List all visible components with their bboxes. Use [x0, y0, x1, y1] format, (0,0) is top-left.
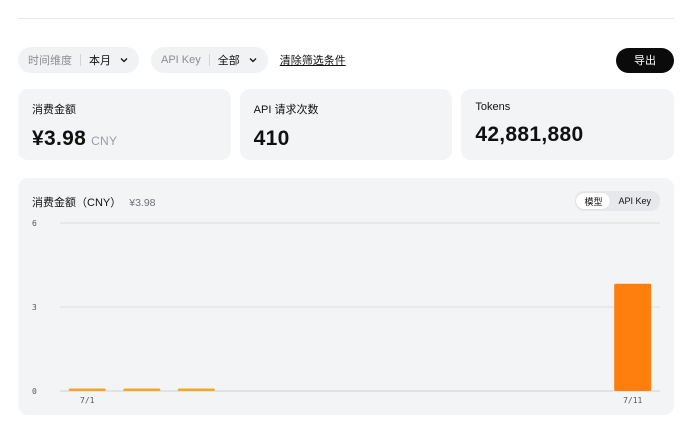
- x-tick-label: 7/11: [623, 396, 642, 405]
- tokens-card-value-row: 42,881,880: [475, 123, 660, 147]
- api-key-label: API Key: [161, 54, 201, 66]
- api-key-value: 全部: [217, 55, 240, 67]
- spend-card-value: ¥3.98: [32, 127, 87, 150]
- y-tick-label: 3: [32, 303, 37, 312]
- spend-card-unit: CNY: [91, 134, 118, 148]
- summary-cards: 消费金额 ¥3.98 CNY API 请求次数 410 Tokens 42,88…: [18, 89, 675, 160]
- filter-bar: 时间维度 本月 API Key 全部 清除筛选条件 导出: [18, 47, 674, 73]
- spend-card: 消费金额 ¥3.98 CNY: [18, 89, 231, 160]
- requests-card-value: 410: [253, 127, 290, 150]
- bar: [614, 283, 652, 391]
- spend-chart-panel: 消费金额（CNY） ¥3.98 模型 API Key 0 3 6 7/1 7/11: [18, 178, 674, 415]
- time-dimension-label: 时间维度: [28, 55, 72, 67]
- x-tick-label: 7/1: [80, 396, 95, 405]
- requests-card: API 请求次数 410: [239, 89, 453, 160]
- tokens-card-title: Tokens: [475, 101, 511, 113]
- pill-separator: [208, 54, 210, 66]
- bar: [177, 388, 215, 391]
- chevron-down-icon: [119, 55, 129, 65]
- y-tick-label: 0: [32, 387, 37, 396]
- tokens-card-value: 42,881,880: [475, 123, 584, 146]
- y-tick-label: 6: [32, 219, 37, 228]
- spend-card-title: 消费金额: [32, 104, 76, 116]
- spend-card-value-row: ¥3.98 CNY: [32, 127, 217, 151]
- time-dimension-select[interactable]: 时间维度 本月: [18, 47, 139, 73]
- bar: [123, 388, 161, 391]
- export-button[interactable]: 导出: [616, 47, 674, 73]
- pill-separator: [80, 54, 81, 66]
- top-divider: [18, 18, 674, 19]
- chevron-down-icon: [248, 55, 258, 65]
- tokens-card: Tokens 42,881,880: [461, 89, 675, 160]
- requests-card-title: API 请求次数: [253, 104, 319, 116]
- requests-card-value-row: 410: [254, 127, 439, 151]
- spend-bar-chart: 0 3 6 7/1 7/11: [32, 219, 660, 405]
- api-key-select[interactable]: API Key 全部: [151, 47, 268, 73]
- bar: [68, 388, 106, 391]
- clear-filters-link[interactable]: 清除筛选条件: [280, 52, 346, 68]
- time-dimension-value: 本月: [89, 55, 111, 67]
